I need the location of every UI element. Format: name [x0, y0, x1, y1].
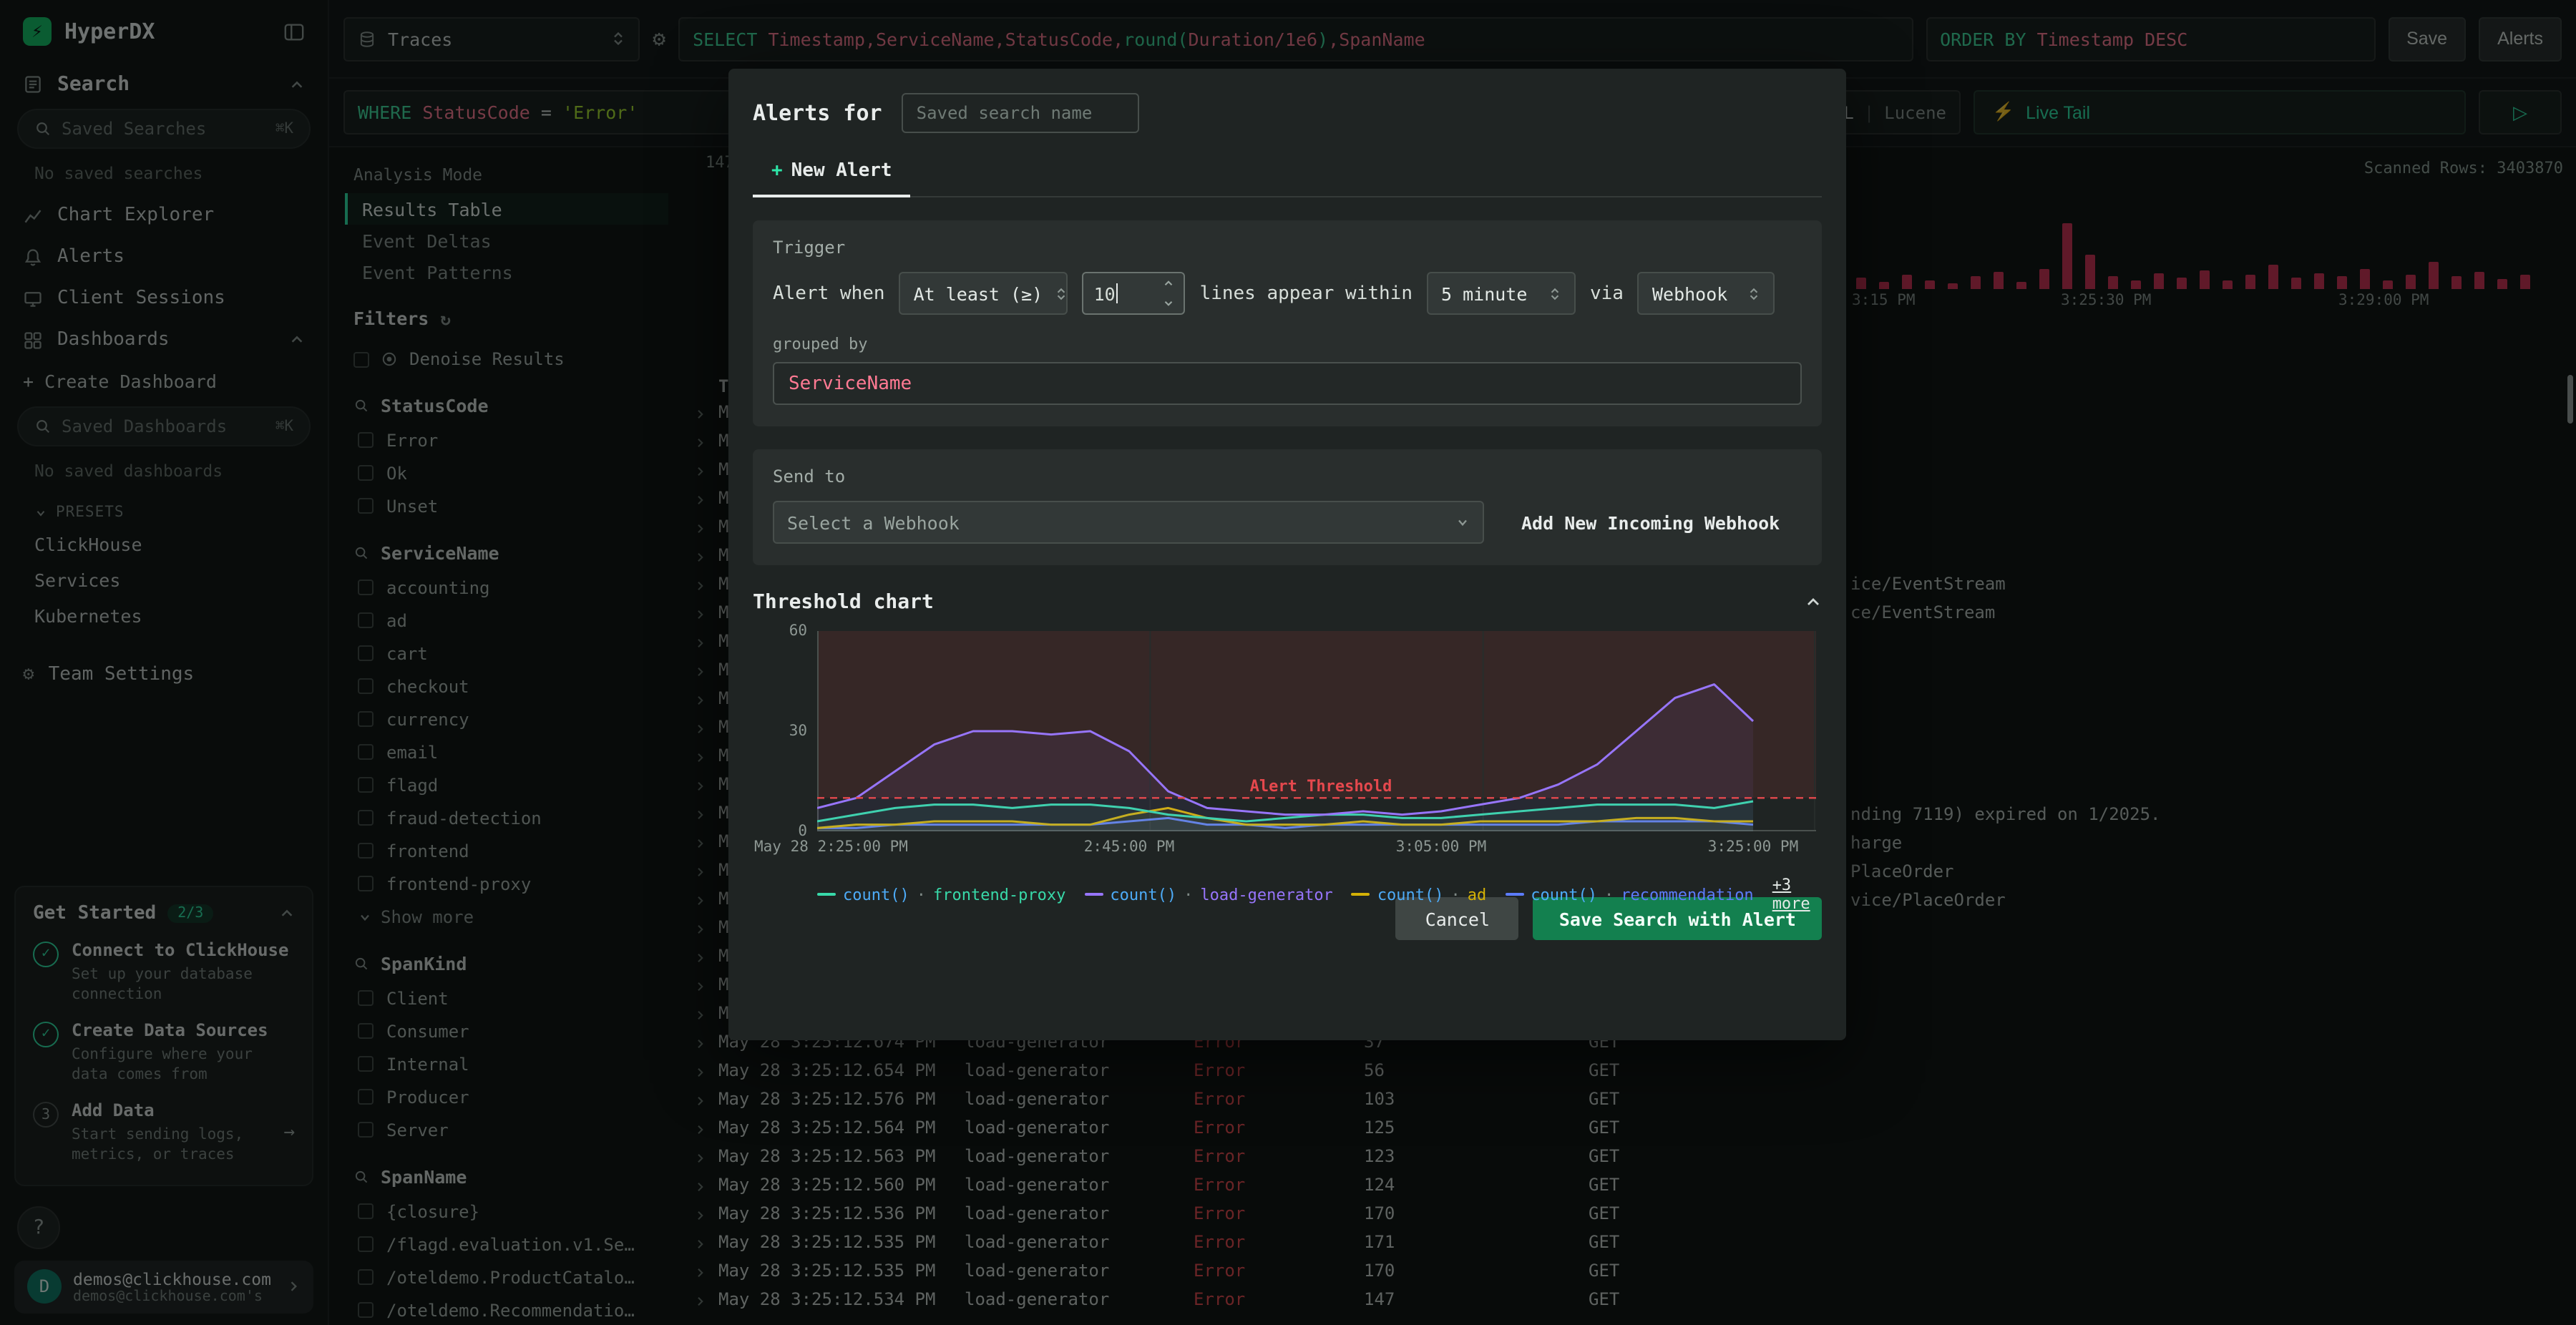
text-cursor [1116, 283, 1118, 303]
trigger-label: Trigger [773, 238, 846, 258]
add-webhook-button[interactable]: Add New Incoming Webhook [1521, 512, 1780, 533]
legend-series-name: load-generator [1200, 885, 1333, 904]
threshold-chart-svg [816, 631, 1816, 831]
legend-separator: · [916, 885, 926, 904]
comparator-select[interactable]: At least (≥) [899, 272, 1068, 315]
grouped-by-input[interactable]: ServiceName [773, 362, 1802, 405]
number-stepper[interactable] [1158, 278, 1180, 309]
legend-item[interactable]: count() · recommendation [1505, 885, 1754, 904]
comparator-value: At least (≥) [913, 283, 1043, 304]
saved-search-name-input[interactable] [902, 93, 1140, 133]
y-axis-tick: 30 [789, 723, 807, 740]
alert-modal: Alerts for + New Alert Trigger Alert when… [728, 69, 1846, 1040]
legend-separator: · [1604, 885, 1614, 904]
alert-threshold-label: Alert Threshold [1249, 776, 1392, 796]
send-to-label: Send to [773, 466, 846, 487]
legend-dash-icon [1084, 893, 1103, 896]
y-axis-tick: 60 [789, 622, 807, 640]
threshold-chart: 60 30 0 Alert Threshold May 28 2:25:00 PM 2… [753, 622, 1822, 913]
chevron-down-icon [1455, 515, 1470, 529]
legend-dash-icon [817, 893, 836, 896]
legend-item[interactable]: count() · frontend-proxy [817, 885, 1065, 904]
grouped-by-value: ServiceName [789, 373, 912, 394]
legend-show-more[interactable]: +3 more [1772, 876, 1822, 913]
webhook-select[interactable]: Select a Webhook [773, 501, 1484, 544]
trigger-panel: Trigger Alert when At least (≥) 10 lines… [753, 220, 1822, 426]
threshold-chart-title: Threshold chart [753, 591, 934, 614]
x-axis-tick: 3:25:00 PM [1707, 838, 1799, 856]
threshold-value-input[interactable]: 10 [1082, 272, 1186, 315]
select-updown-icon [1054, 285, 1067, 301]
legend-dash-icon [1351, 893, 1370, 896]
webhook-select-placeholder: Select a Webhook [787, 512, 960, 533]
time-window-select[interactable]: 5 minute [1427, 272, 1576, 315]
alert-tabs: + New Alert [753, 150, 1822, 197]
legend-separator: · [1184, 885, 1194, 904]
legend-separator: · [1450, 885, 1460, 904]
x-axis-labels: May 28 2:25:00 PM 2:45:00 PM 3:05:00 PM 3:2… [754, 838, 1816, 861]
x-axis-tick: 3:05:00 PM [1395, 838, 1487, 856]
channel-value: Webhook [1652, 283, 1728, 304]
app-root: ⚡ HyperDX Search ⌘K No saved searches Ch… [0, 0, 2576, 1325]
plus-icon: + [771, 160, 783, 182]
modal-title: Alerts for [753, 100, 882, 126]
threshold-chart-block: Threshold chart 60 30 0 Alert Threshold Ma… [753, 591, 1822, 913]
legend-series-name: ad [1467, 885, 1487, 904]
lines-appear-text: lines appear within [1199, 283, 1413, 304]
grouped-by-label: grouped by [773, 335, 868, 353]
legend-metric: count() [1110, 885, 1177, 904]
via-text: via [1590, 283, 1624, 304]
alert-when-text: Alert when [773, 283, 885, 304]
x-axis-tick: 2:45:00 PM [1083, 838, 1175, 856]
select-updown-icon [1548, 285, 1561, 301]
channel-select[interactable]: Webhook [1637, 272, 1775, 315]
tab-label: New Alert [791, 160, 892, 182]
select-updown-icon [1748, 285, 1761, 301]
legend-metric: count() [843, 885, 909, 904]
legend-series-name: recommendation [1621, 885, 1754, 904]
collapse-chart-chevron-icon[interactable] [1805, 594, 1822, 611]
chart-legend: count() · frontend-proxy count() · load-gener… [817, 876, 1822, 913]
send-to-panel: Send to Select a Webhook Add New Incomin… [753, 449, 1822, 565]
threshold-value: 10 [1093, 283, 1116, 304]
tab-new-alert[interactable]: + New Alert [753, 152, 911, 197]
y-axis-tick: 0 [798, 823, 807, 840]
legend-item[interactable]: count() · ad [1351, 885, 1487, 904]
legend-metric: count() [1531, 885, 1597, 904]
time-window-value: 5 minute [1441, 283, 1528, 304]
legend-dash-icon [1505, 893, 1524, 896]
x-axis-tick: May 28 2:25:00 PM [754, 838, 908, 856]
legend-metric: count() [1377, 885, 1444, 904]
legend-series-name: frontend-proxy [932, 885, 1066, 904]
legend-item[interactable]: count() · load-generator [1084, 885, 1333, 904]
